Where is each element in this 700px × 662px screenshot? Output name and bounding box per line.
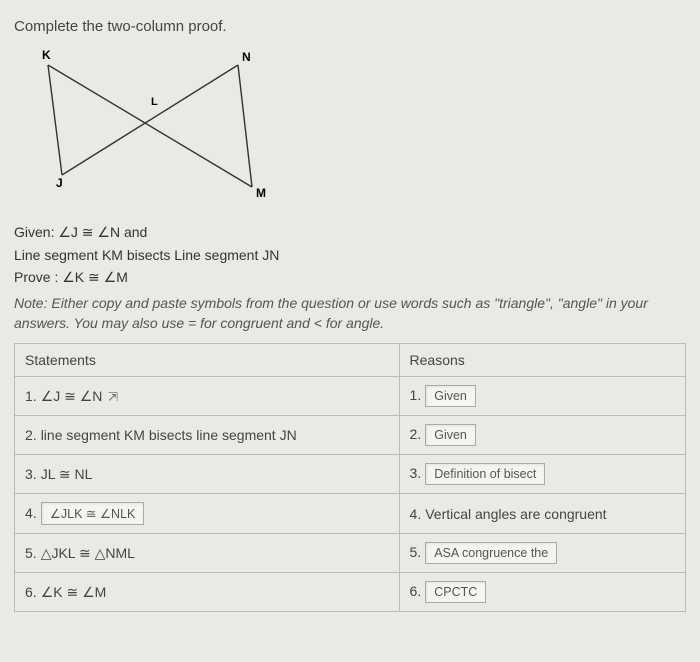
reason-text: Vertical angles are congruent xyxy=(425,506,606,522)
header-statements: Statements xyxy=(15,344,400,377)
statement-number: 4. xyxy=(25,505,37,521)
page-title: Complete the two-column proof. xyxy=(14,18,686,35)
table-row: 1.∠J ≅ ∠N⇱1.Given xyxy=(15,377,686,416)
prove-prefix: Prove : xyxy=(14,269,62,285)
prove-math: ∠K ≅ ∠M xyxy=(62,269,128,285)
statement-cell: 3.JL ≅ NL xyxy=(15,455,400,494)
given-prefix: Given: xyxy=(14,224,58,240)
reason-input[interactable]: CPCTC xyxy=(425,581,486,603)
statement-number: 2. xyxy=(25,427,37,443)
reason-cell: 2.Given xyxy=(399,416,685,455)
table-row: 6.∠K ≅ ∠M6.CPCTC xyxy=(15,573,686,612)
reason-cell: 6.CPCTC xyxy=(399,573,685,612)
reason-number: 6. xyxy=(410,583,422,599)
statement-text: △JKL ≅ △NML xyxy=(41,545,135,561)
reason-cell: 3.Definition of bisect xyxy=(399,455,685,494)
header-reasons: Reasons xyxy=(399,344,685,377)
table-row: 2.line segment KM bisects line segment J… xyxy=(15,416,686,455)
table-row: 3.JL ≅ NL3.Definition of bisect xyxy=(15,455,686,494)
reason-cell: 4.Vertical angles are congruent xyxy=(399,494,685,534)
reason-cell: 5.ASA congruence the xyxy=(399,534,685,573)
table-row: 5.△JKL ≅ △NML5.ASA congruence the xyxy=(15,534,686,573)
prove-line: Prove : ∠K ≅ ∠M xyxy=(14,269,686,286)
statement-number: 6. xyxy=(25,584,37,600)
statement-cell: 2.line segment KM bisects line segment J… xyxy=(15,416,400,455)
given-math-1: ∠J ≅ ∠N and xyxy=(58,224,147,240)
label-j: J xyxy=(56,176,63,190)
reason-number: 1. xyxy=(410,387,422,403)
given-line-1: Given: ∠J ≅ ∠N and xyxy=(14,224,686,241)
geometry-diagram: K N L J M xyxy=(34,47,686,210)
reason-input[interactable]: ASA congruence the xyxy=(425,542,557,564)
statement-text: line segment KM bisects line segment JN xyxy=(41,427,297,443)
reason-input[interactable]: Given xyxy=(425,424,476,446)
given-line-2: Line segment KM bisects Line segment JN xyxy=(14,247,686,263)
reason-cell: 1.Given xyxy=(399,377,685,416)
reason-input[interactable]: Definition of bisect xyxy=(425,463,545,485)
given-section: Given: ∠J ≅ ∠N and Line segment KM bisec… xyxy=(14,224,686,286)
statement-number: 3. xyxy=(25,466,37,482)
label-l: L xyxy=(151,96,158,108)
statement-text: ∠K ≅ ∠M xyxy=(41,584,107,600)
label-k: K xyxy=(42,48,51,62)
statement-input[interactable]: ∠JLK ≅ ∠NLK xyxy=(41,502,145,525)
label-n: N xyxy=(242,50,251,64)
reason-number: 2. xyxy=(410,426,422,442)
reason-number: 5. xyxy=(410,544,422,560)
reason-number: 3. xyxy=(410,465,422,481)
statement-text: ∠J ≅ ∠N xyxy=(41,388,103,404)
statement-cell: 1.∠J ≅ ∠N ⇱ xyxy=(15,377,400,416)
label-m: M xyxy=(256,186,266,200)
statement-cell: 4.∠JLK ≅ ∠NLK xyxy=(15,494,400,534)
statement-number: 1. xyxy=(25,388,37,404)
cursor-icon: ⇱ xyxy=(108,390,118,404)
note-text: Note: Either copy and paste symbols from… xyxy=(14,294,686,333)
statement-number: 5. xyxy=(25,545,37,561)
reason-input[interactable]: Given xyxy=(425,385,476,407)
statement-cell: 6.∠K ≅ ∠M xyxy=(15,573,400,612)
table-row: 4.∠JLK ≅ ∠NLK4.Vertical angles are congr… xyxy=(15,494,686,534)
statement-text: JL ≅ NL xyxy=(41,466,93,482)
proof-table: Statements Reasons 1.∠J ≅ ∠N⇱1.Given2.li… xyxy=(14,343,686,612)
reason-number: 4. xyxy=(410,506,422,522)
statement-cell: 5.△JKL ≅ △NML xyxy=(15,534,400,573)
